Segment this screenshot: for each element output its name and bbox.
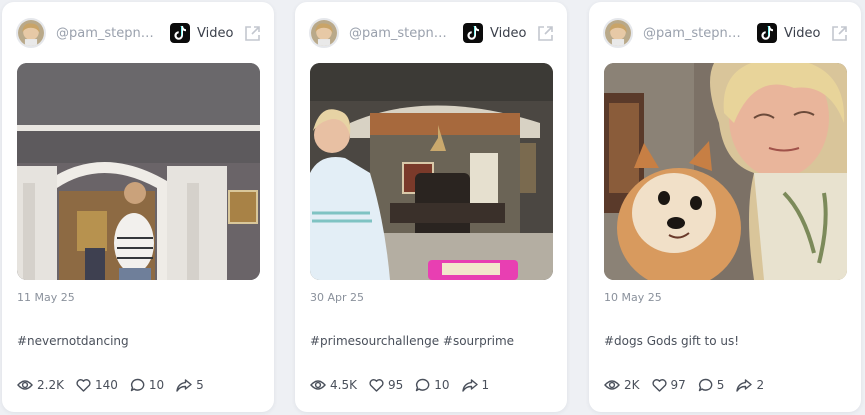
- post-date: 11 May 25: [17, 291, 75, 304]
- post-card-3[interactable]: @pam_stepni… Video 10 May 25 #dogs Gods …: [589, 2, 861, 412]
- heart-icon: [651, 378, 667, 392]
- likes-stat: 95: [369, 378, 403, 392]
- author-handle[interactable]: @pam_stepni…: [349, 26, 449, 41]
- shares-stat: 1: [461, 378, 490, 392]
- eye-icon: [17, 380, 33, 390]
- post-type-label: Video: [784, 25, 821, 41]
- share-icon: [176, 378, 192, 392]
- comments-stat: 5: [698, 378, 725, 392]
- post-header: @pam_stepni… Video: [16, 18, 262, 48]
- eye-icon: [604, 380, 620, 390]
- external-link-icon[interactable]: [242, 23, 262, 43]
- author-handle[interactable]: @pam_stepni…: [643, 26, 743, 41]
- post-stats: 2K 97 5 2: [604, 378, 776, 392]
- comments-stat: 10: [130, 378, 164, 392]
- views-count: 4.5K: [330, 378, 357, 392]
- post-caption: #primesourchallenge #sourprime: [310, 334, 515, 348]
- shares-count: 1: [481, 378, 490, 392]
- heart-icon: [76, 378, 91, 392]
- external-link-icon[interactable]: [535, 23, 555, 43]
- post-header: @pam_stepni… Video: [309, 18, 555, 48]
- post-date: 10 May 25: [604, 291, 662, 304]
- share-icon: [736, 378, 753, 392]
- external-link-icon[interactable]: [829, 23, 849, 43]
- video-thumbnail[interactable]: [604, 63, 847, 280]
- comments-count: 10: [148, 378, 165, 392]
- author-handle[interactable]: @pam_stepni…: [56, 26, 156, 41]
- post-type-label: Video: [197, 25, 234, 41]
- comment-icon: [416, 378, 430, 392]
- shares-count: 2: [756, 378, 765, 392]
- eye-icon: [310, 380, 326, 390]
- heart-icon: [369, 378, 384, 392]
- avatar[interactable]: [603, 18, 633, 48]
- comment-icon: [130, 378, 145, 392]
- likes-count: 140: [94, 378, 118, 392]
- comment-icon: [698, 378, 713, 392]
- post-stats: 2.2K 140 10 5: [17, 378, 216, 392]
- post-card-2[interactable]: @pam_stepni… Video 30 Apr 25 #primesourc…: [295, 2, 567, 412]
- comments-stat: 10: [415, 378, 450, 392]
- post-caption: #dogs Gods gift to us!: [604, 334, 740, 348]
- video-thumbnail[interactable]: [310, 63, 553, 280]
- avatar[interactable]: [16, 18, 46, 48]
- post-header: @pam_stepni… Video: [603, 18, 849, 48]
- views-stat: 2.2K: [17, 378, 64, 392]
- shares-stat: 5: [176, 378, 204, 392]
- likes-stat: 97: [651, 378, 686, 392]
- shares-count: 5: [196, 378, 204, 392]
- tiktok-icon: [170, 23, 190, 43]
- post-caption: #nevernotdancing: [17, 334, 129, 348]
- comments-count: 5: [716, 378, 725, 392]
- avatar[interactable]: [309, 18, 339, 48]
- views-count: 2.2K: [37, 378, 64, 392]
- shares-stat: 2: [736, 378, 764, 392]
- views-stat: 4.5K: [310, 378, 357, 392]
- share-icon: [461, 378, 478, 392]
- post-type-label: Video: [490, 25, 527, 41]
- views-stat: 2K: [604, 378, 640, 392]
- post-stats: 4.5K 95 10 1: [310, 378, 501, 392]
- likes-stat: 140: [76, 378, 118, 392]
- post-date: 30 Apr 25: [310, 291, 365, 304]
- comments-count: 10: [434, 378, 450, 392]
- post-card-1[interactable]: @pam_stepni… Video 11 May 25 #nevernotda…: [2, 2, 274, 412]
- tiktok-icon: [757, 23, 777, 43]
- likes-count: 97: [670, 378, 686, 392]
- video-thumbnail[interactable]: [17, 63, 260, 280]
- tiktok-icon: [463, 23, 483, 43]
- views-count: 2K: [624, 378, 640, 392]
- likes-count: 95: [387, 378, 404, 392]
